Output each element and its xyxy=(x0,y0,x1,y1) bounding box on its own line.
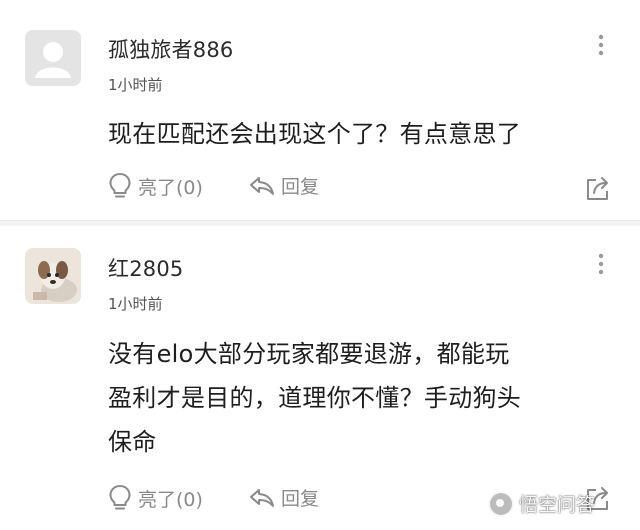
like-button[interactable]: 亮了(0) xyxy=(108,484,203,512)
like-count-label: 亮了(0) xyxy=(138,488,203,511)
more-options-button[interactable] xyxy=(586,30,616,60)
username[interactable]: 孤独旅者886 xyxy=(108,34,233,64)
reply-arrow-icon xyxy=(250,176,274,195)
comment-text-line: 盈利才是目的，道理你不懂？手动狗头 xyxy=(108,384,522,412)
like-button[interactable]: 亮了(0) xyxy=(108,172,203,200)
lightbulb-icon xyxy=(109,173,131,198)
more-options-button[interactable] xyxy=(586,249,616,279)
reply-arrow-icon xyxy=(250,488,274,507)
comment-text-line: 没有elo大部分玩家都要退游，都能玩 xyxy=(108,340,510,368)
share-button[interactable] xyxy=(580,170,616,206)
reply-label: 回复 xyxy=(281,488,320,510)
comment-text: 现在匹配还会出现这个了？有点意思了 xyxy=(108,112,608,156)
comment-item: 孤独旅者886 1小时前 现在匹配还会出现这个了？有点意思了 亮了(0) 回复 xyxy=(0,0,640,222)
share-icon xyxy=(587,177,608,200)
watermark-text: 悟空问答 xyxy=(519,494,596,516)
dog-photo-avatar xyxy=(25,248,81,304)
reply-button[interactable]: 回复 xyxy=(249,172,319,199)
watermark: 悟空问答 xyxy=(488,490,595,517)
watermark-logo-icon xyxy=(488,490,514,517)
username[interactable]: 红2805 xyxy=(108,253,183,283)
avatar[interactable] xyxy=(25,248,81,304)
more-vertical-icon xyxy=(598,253,604,275)
comment-text: 没有elo大部分玩家都要退游，都能玩 盈利才是目的，道理你不懂？手动狗头 保命 xyxy=(108,332,608,464)
comment-text-line: 保命 xyxy=(108,428,157,456)
reply-label: 回复 xyxy=(281,176,320,198)
reply-button[interactable]: 回复 xyxy=(249,484,319,511)
comment-item: 红2805 1小时前 没有elo大部分玩家都要退游，都能玩 盈利才是目的，道理你… xyxy=(0,236,640,530)
more-vertical-icon xyxy=(598,34,604,56)
comment-divider xyxy=(0,220,640,226)
timestamp: 1小时前 xyxy=(108,76,163,94)
lightbulb-icon xyxy=(109,485,131,510)
like-count-label: 亮了(0) xyxy=(138,176,203,199)
timestamp: 1小时前 xyxy=(108,295,163,313)
avatar[interactable] xyxy=(25,30,81,86)
default-user-icon xyxy=(25,30,81,86)
comment-text-line: 现在匹配还会出现这个了？有点意思了 xyxy=(108,120,522,148)
